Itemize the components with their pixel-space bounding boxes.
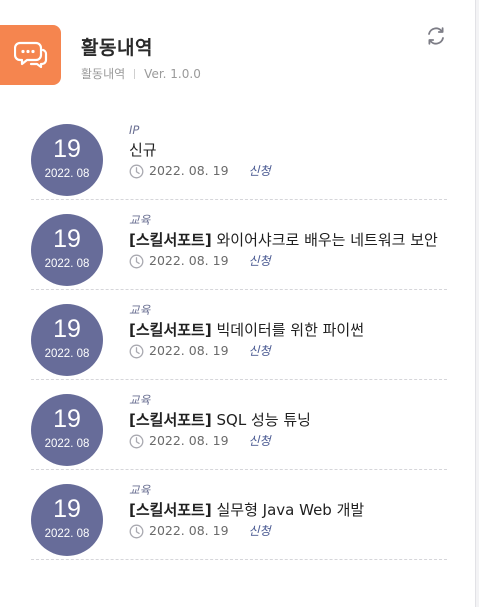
item-category: 교육 [129, 303, 151, 317]
item-info: 교육 [스킬서포트] 와이어샤크로 배우는 네트워크 보안 2022. 08. … [129, 213, 447, 269]
clock-icon [129, 434, 144, 448]
badge-day: 19 [53, 135, 81, 163]
chat-bubbles-icon [0, 25, 61, 85]
item-date: 2022. 08. 19 [149, 163, 229, 178]
item-meta: 2022. 08. 19 신청 [129, 163, 447, 179]
status-badge: 신청 [248, 524, 271, 538]
item-tag: [스킬서포트] [129, 231, 212, 249]
clock-icon [129, 254, 144, 268]
badge-day: 19 [53, 495, 81, 523]
status-badge: 신청 [248, 434, 271, 448]
item-title-text: 와이어샤크로 배우는 네트워크 보안 [216, 231, 438, 249]
activity-list: 19 2022. 08 IP 신규 2022. 08. 19 신청 19 202… [31, 110, 447, 560]
item-category: 교육 [129, 213, 151, 227]
date-badge: 19 2022. 08 [31, 394, 103, 466]
item-title-text: 신규 [129, 141, 157, 159]
list-item[interactable]: 19 2022. 08 교육 [스킬서포트] 빅데이터를 위한 파이썬 2022… [31, 290, 447, 380]
status-badge: 신청 [248, 344, 271, 358]
item-title: [스킬서포트] SQL 성능 튜닝 [129, 410, 447, 430]
clock-icon [129, 344, 144, 358]
item-meta: 2022. 08. 19 신청 [129, 433, 447, 449]
badge-year-month: 2022. 08 [44, 348, 90, 360]
item-date: 2022. 08. 19 [149, 253, 229, 268]
item-title-text: SQL 성능 튜닝 [216, 411, 311, 429]
item-tag: [스킬서포트] [129, 321, 212, 339]
list-item[interactable]: 19 2022. 08 교육 [스킬서포트] 와이어샤크로 배우는 네트워크 보… [31, 200, 447, 290]
item-title: [스킬서포트] 실무형 Java Web 개발 [129, 500, 447, 520]
date-badge: 19 2022. 08 [31, 214, 103, 286]
badge-day: 19 [53, 225, 81, 253]
item-title-text: 빅데이터를 위한 파이썬 [216, 321, 365, 339]
breadcrumb-divider [134, 68, 136, 79]
list-item[interactable]: 19 2022. 08 교육 [스킬서포트] SQL 성능 튜닝 2022. 0… [31, 380, 447, 470]
date-badge: 19 2022. 08 [31, 304, 103, 376]
version-label: Ver. 1.0.0 [144, 66, 201, 81]
item-info: 교육 [스킬서포트] 빅데이터를 위한 파이썬 2022. 08. 19 신청 [129, 303, 447, 359]
item-info: 교육 [스킬서포트] SQL 성능 튜닝 2022. 08. 19 신청 [129, 393, 447, 449]
badge-year-month: 2022. 08 [44, 528, 90, 540]
badge-year-month: 2022. 08 [44, 168, 90, 180]
item-title: [스킬서포트] 빅데이터를 위한 파이썬 [129, 320, 447, 340]
item-meta: 2022. 08. 19 신청 [129, 253, 447, 269]
clock-icon [129, 164, 144, 178]
status-badge: 신청 [248, 254, 271, 268]
date-badge: 19 2022. 08 [31, 484, 103, 556]
breadcrumb: 활동내역 Ver. 1.0.0 [81, 65, 201, 82]
item-info: IP 신규 2022. 08. 19 신청 [129, 123, 447, 179]
item-info: 교육 [스킬서포트] 실무형 Java Web 개발 2022. 08. 19 … [129, 483, 447, 539]
item-title-text: 실무형 Java Web 개발 [216, 501, 365, 519]
list-item[interactable]: 19 2022. 08 교육 [스킬서포트] 실무형 Java Web 개발 2… [31, 470, 447, 560]
date-badge: 19 2022. 08 [31, 124, 103, 196]
item-tag: [스킬서포트] [129, 411, 212, 429]
badge-year-month: 2022. 08 [44, 258, 90, 270]
activity-panel: 활동내역 활동내역 Ver. 1.0.0 19 2022. 08 IP 신규 2… [0, 0, 476, 607]
item-category: IP [129, 123, 140, 137]
item-title: 신규 [129, 140, 447, 160]
item-category: 교육 [129, 393, 151, 407]
item-date: 2022. 08. 19 [149, 523, 229, 538]
item-date: 2022. 08. 19 [149, 343, 229, 358]
item-meta: 2022. 08. 19 신청 [129, 343, 447, 359]
item-meta: 2022. 08. 19 신청 [129, 523, 447, 539]
badge-year-month: 2022. 08 [44, 438, 90, 450]
item-tag: [스킬서포트] [129, 501, 212, 519]
badge-day: 19 [53, 315, 81, 343]
list-item[interactable]: 19 2022. 08 IP 신규 2022. 08. 19 신청 [31, 110, 447, 200]
breadcrumb-label: 활동내역 [81, 67, 126, 81]
clock-icon [129, 524, 144, 538]
item-category: 교육 [129, 483, 151, 497]
badge-day: 19 [53, 405, 81, 433]
item-date: 2022. 08. 19 [149, 433, 229, 448]
status-badge: 신청 [248, 164, 271, 178]
page-title: 활동내역 [81, 37, 153, 59]
refresh-icon[interactable] [425, 25, 447, 47]
item-title: [스킬서포트] 와이어샤크로 배우는 네트워크 보안 [129, 230, 447, 250]
